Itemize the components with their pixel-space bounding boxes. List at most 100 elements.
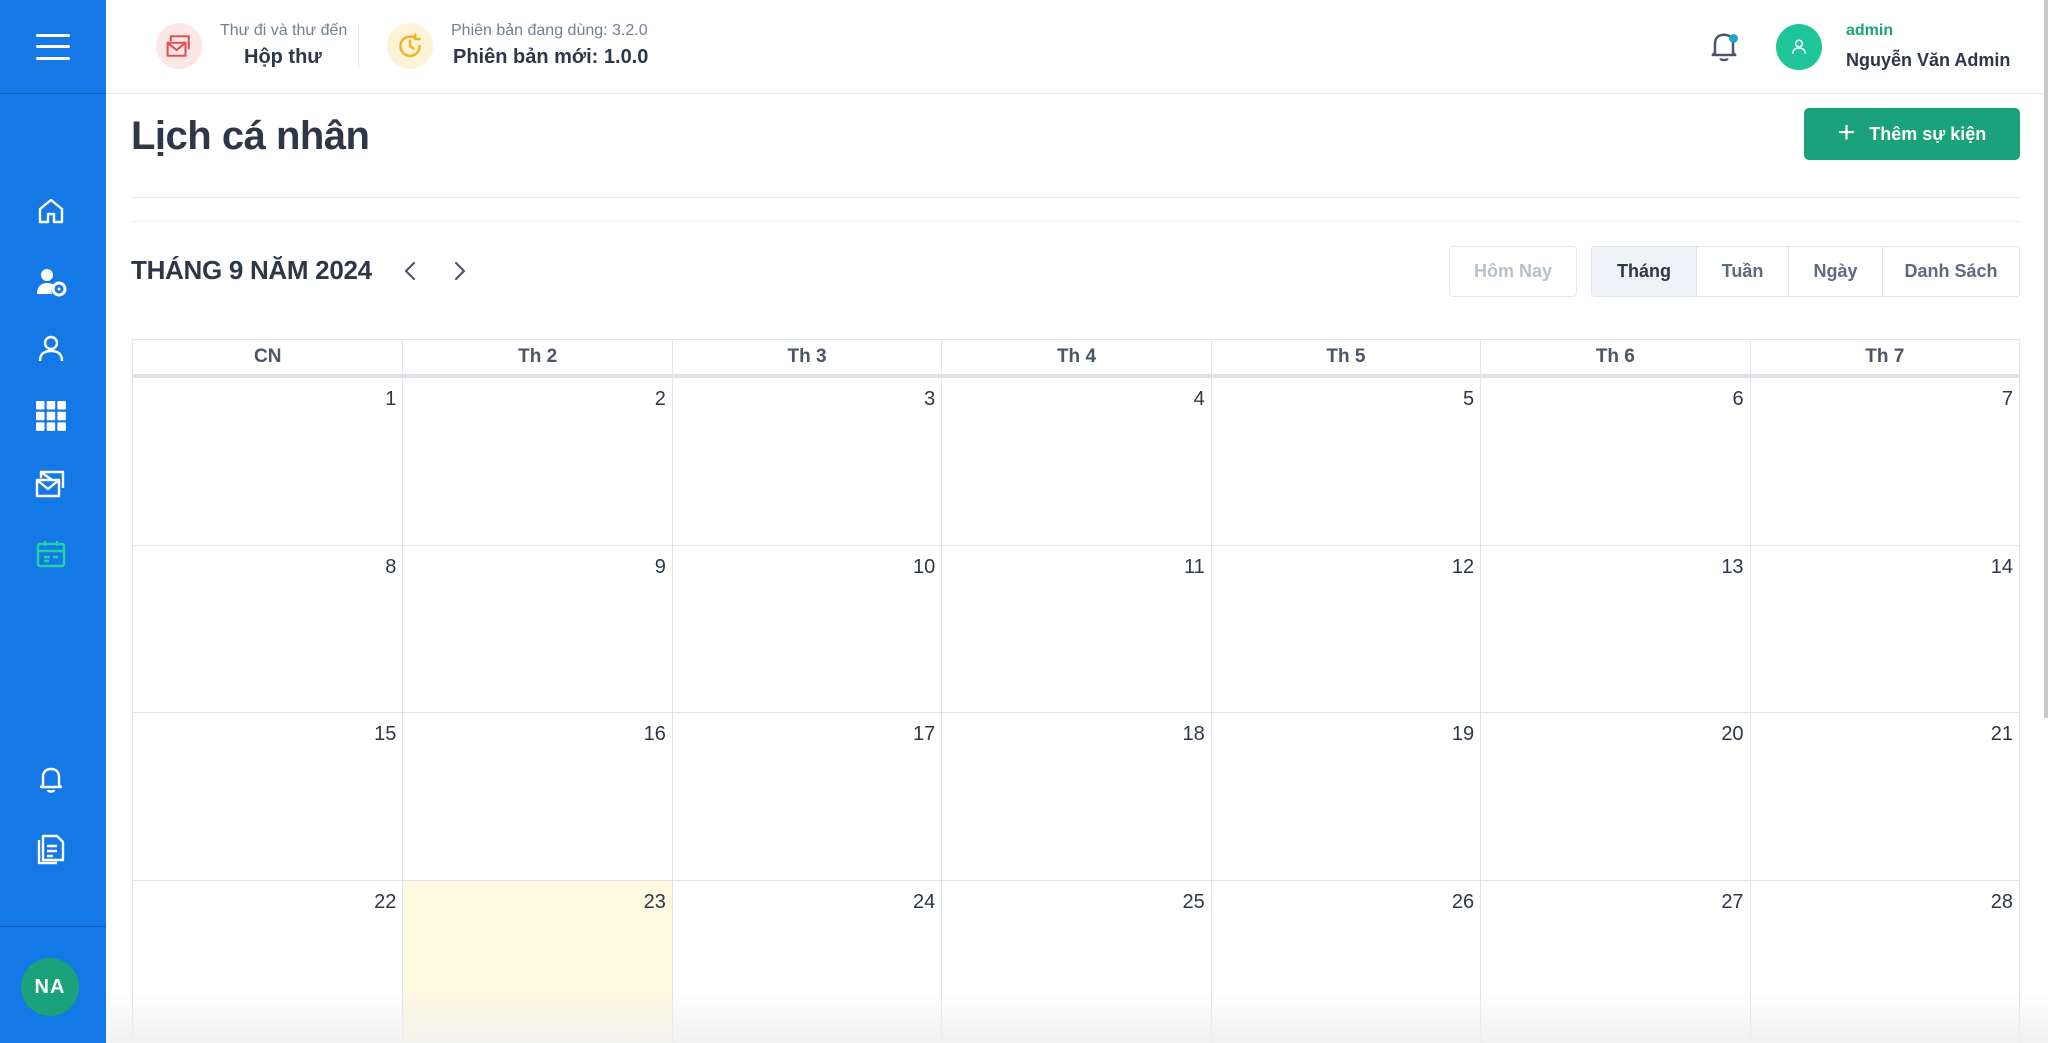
day-number: 25: [1182, 890, 1205, 913]
day-cell[interactable]: 22: [133, 881, 402, 1043]
day-number: 10: [913, 555, 936, 578]
user-icon: [1792, 39, 1806, 54]
today-button[interactable]: Hôm Nay: [1449, 246, 1577, 297]
sidebar-item-calendar[interactable]: [33, 536, 69, 572]
day-number: 26: [1451, 890, 1475, 913]
day-cell[interactable]: 3: [671, 378, 941, 545]
avatar[interactable]: NA: [21, 958, 79, 1016]
day-cell-today[interactable]: 23: [402, 880, 672, 1043]
calendar-week-row: 15 16 17 18 19 20 21: [132, 713, 2020, 881]
sidebar: NA: [0, 0, 106, 1043]
day-cell[interactable]: 20: [1480, 713, 1749, 880]
day-cell[interactable]: 5: [1210, 378, 1480, 545]
day-cell[interactable]: 9: [402, 545, 671, 712]
new-version[interactable]: Phiên bản mới: 1.0.0: [453, 46, 648, 69]
day-number: 3: [924, 388, 936, 410]
user-settings-icon: [37, 269, 67, 297]
add-event-button[interactable]: + Thêm sự kiện: [1804, 108, 2020, 160]
calendar-week-row: 1 2 3 4 5 6 7: [132, 378, 2020, 546]
day-cell[interactable]: 10: [671, 545, 941, 712]
day-cell[interactable]: 12: [1210, 545, 1480, 712]
day-cell[interactable]: 28: [1749, 880, 2019, 1043]
day-number: 22: [374, 890, 397, 913]
day-cell[interactable]: 14: [1749, 545, 2019, 712]
sidebar-item-home[interactable]: [33, 193, 69, 229]
user-icon: [38, 335, 64, 362]
day-number: 19: [1451, 723, 1475, 745]
day-cell[interactable]: 8: [133, 546, 402, 713]
day-cell[interactable]: 2: [402, 378, 671, 545]
user-avatar[interactable]: [1776, 24, 1822, 70]
day-number: 11: [1183, 555, 1205, 578]
weekday-header: Th 7: [1749, 340, 2019, 374]
day-cell[interactable]: 13: [1480, 545, 1749, 712]
document-icon: [37, 834, 65, 865]
user-role: admin: [1846, 22, 1894, 39]
menu-toggle-icon[interactable]: [36, 33, 70, 60]
sidebar-item-user[interactable]: [33, 331, 69, 367]
version-link[interactable]: [387, 23, 433, 69]
weekday-header: Th 4: [941, 340, 1210, 374]
scrollbar[interactable]: [2044, 0, 2048, 718]
sidebar-item-notifications[interactable]: [33, 761, 69, 797]
sidebar-item-mail[interactable]: [33, 466, 69, 502]
day-number: 16: [643, 723, 666, 745]
sidebar-item-documents[interactable]: [33, 831, 69, 867]
day-number: 15: [374, 723, 397, 745]
day-cell[interactable]: 17: [671, 713, 941, 880]
day-number: 1: [385, 388, 397, 410]
day-number: 21: [1990, 723, 2013, 745]
day-cell[interactable]: 15: [133, 713, 402, 880]
day-cell[interactable]: 21: [1749, 713, 2019, 880]
day-cell[interactable]: 19: [1210, 713, 1480, 880]
day-number: 6: [1732, 388, 1744, 410]
view-day-button[interactable]: Ngày: [1788, 247, 1882, 296]
day-number: 24: [913, 890, 936, 913]
next-month-button[interactable]: [448, 258, 472, 284]
sidebar-item-user-settings[interactable]: [33, 264, 69, 300]
mailbox-link[interactable]: [156, 23, 202, 69]
day-number: 9: [654, 555, 666, 578]
day-cell[interactable]: 26: [1210, 880, 1480, 1043]
day-cell[interactable]: 6: [1480, 378, 1749, 545]
day-cell[interactable]: 4: [941, 378, 1210, 545]
plus-icon: +: [1837, 115, 1856, 149]
sidebar-item-apps[interactable]: [33, 398, 69, 434]
day-cell[interactable]: 7: [1749, 378, 2019, 545]
calendar-week-row: 22 23 24 25 26 27 28: [132, 880, 2020, 1043]
view-list-button[interactable]: Danh Sách: [1882, 247, 2019, 296]
calendar-header-row: CN Th 2 Th 3 Th 4 Th 5 Th 6 Th 7: [132, 339, 2020, 378]
day-cell[interactable]: 16: [402, 713, 671, 880]
day-number: 18: [1182, 723, 1205, 745]
weekday-header: Th 2: [402, 340, 671, 374]
home-icon: [38, 198, 64, 224]
add-event-label: Thêm sự kiện: [1869, 123, 1987, 144]
mailbox-subtitle: Thư đi và thư đến: [220, 22, 348, 39]
notification-button[interactable]: [1706, 28, 1742, 64]
sidebar-header: [0, 0, 106, 94]
day-cell[interactable]: 25: [941, 880, 1210, 1043]
day-number: 28: [1990, 890, 2013, 913]
view-week-button[interactable]: Tuần: [1696, 247, 1788, 296]
day-number: 17: [913, 723, 936, 745]
mailbox-title[interactable]: Hộp thư: [244, 46, 322, 69]
day-cell[interactable]: 27: [1480, 880, 1749, 1043]
mail-icon: [166, 35, 190, 57]
divider: [131, 197, 2021, 198]
weekday-header: Th 3: [671, 340, 941, 374]
day-number: 23: [643, 890, 666, 913]
prev-month-button[interactable]: [398, 258, 422, 284]
user-name[interactable]: Nguyễn Văn Admin: [1846, 50, 2010, 71]
day-cell[interactable]: 11: [941, 545, 1210, 712]
calendar-grid: CN Th 2 Th 3 Th 4 Th 5 Th 6 Th 7 1 2 3 4…: [132, 339, 2020, 1043]
day-cell[interactable]: 1: [133, 378, 402, 545]
calendar-week-row: 8 9 10 11 12 13 14: [132, 545, 2020, 713]
chevron-right-icon: [454, 261, 466, 281]
weekday-header: CN: [253, 346, 282, 367]
day-number: 5: [1463, 388, 1475, 410]
day-cell[interactable]: 18: [941, 713, 1210, 880]
top-header: Thư đi và thư đến Hộp thư Phiên bản đang…: [106, 0, 2048, 94]
day-cell[interactable]: 24: [671, 880, 941, 1043]
view-month-button[interactable]: Tháng: [1592, 247, 1696, 296]
mail-icon: [35, 470, 65, 498]
